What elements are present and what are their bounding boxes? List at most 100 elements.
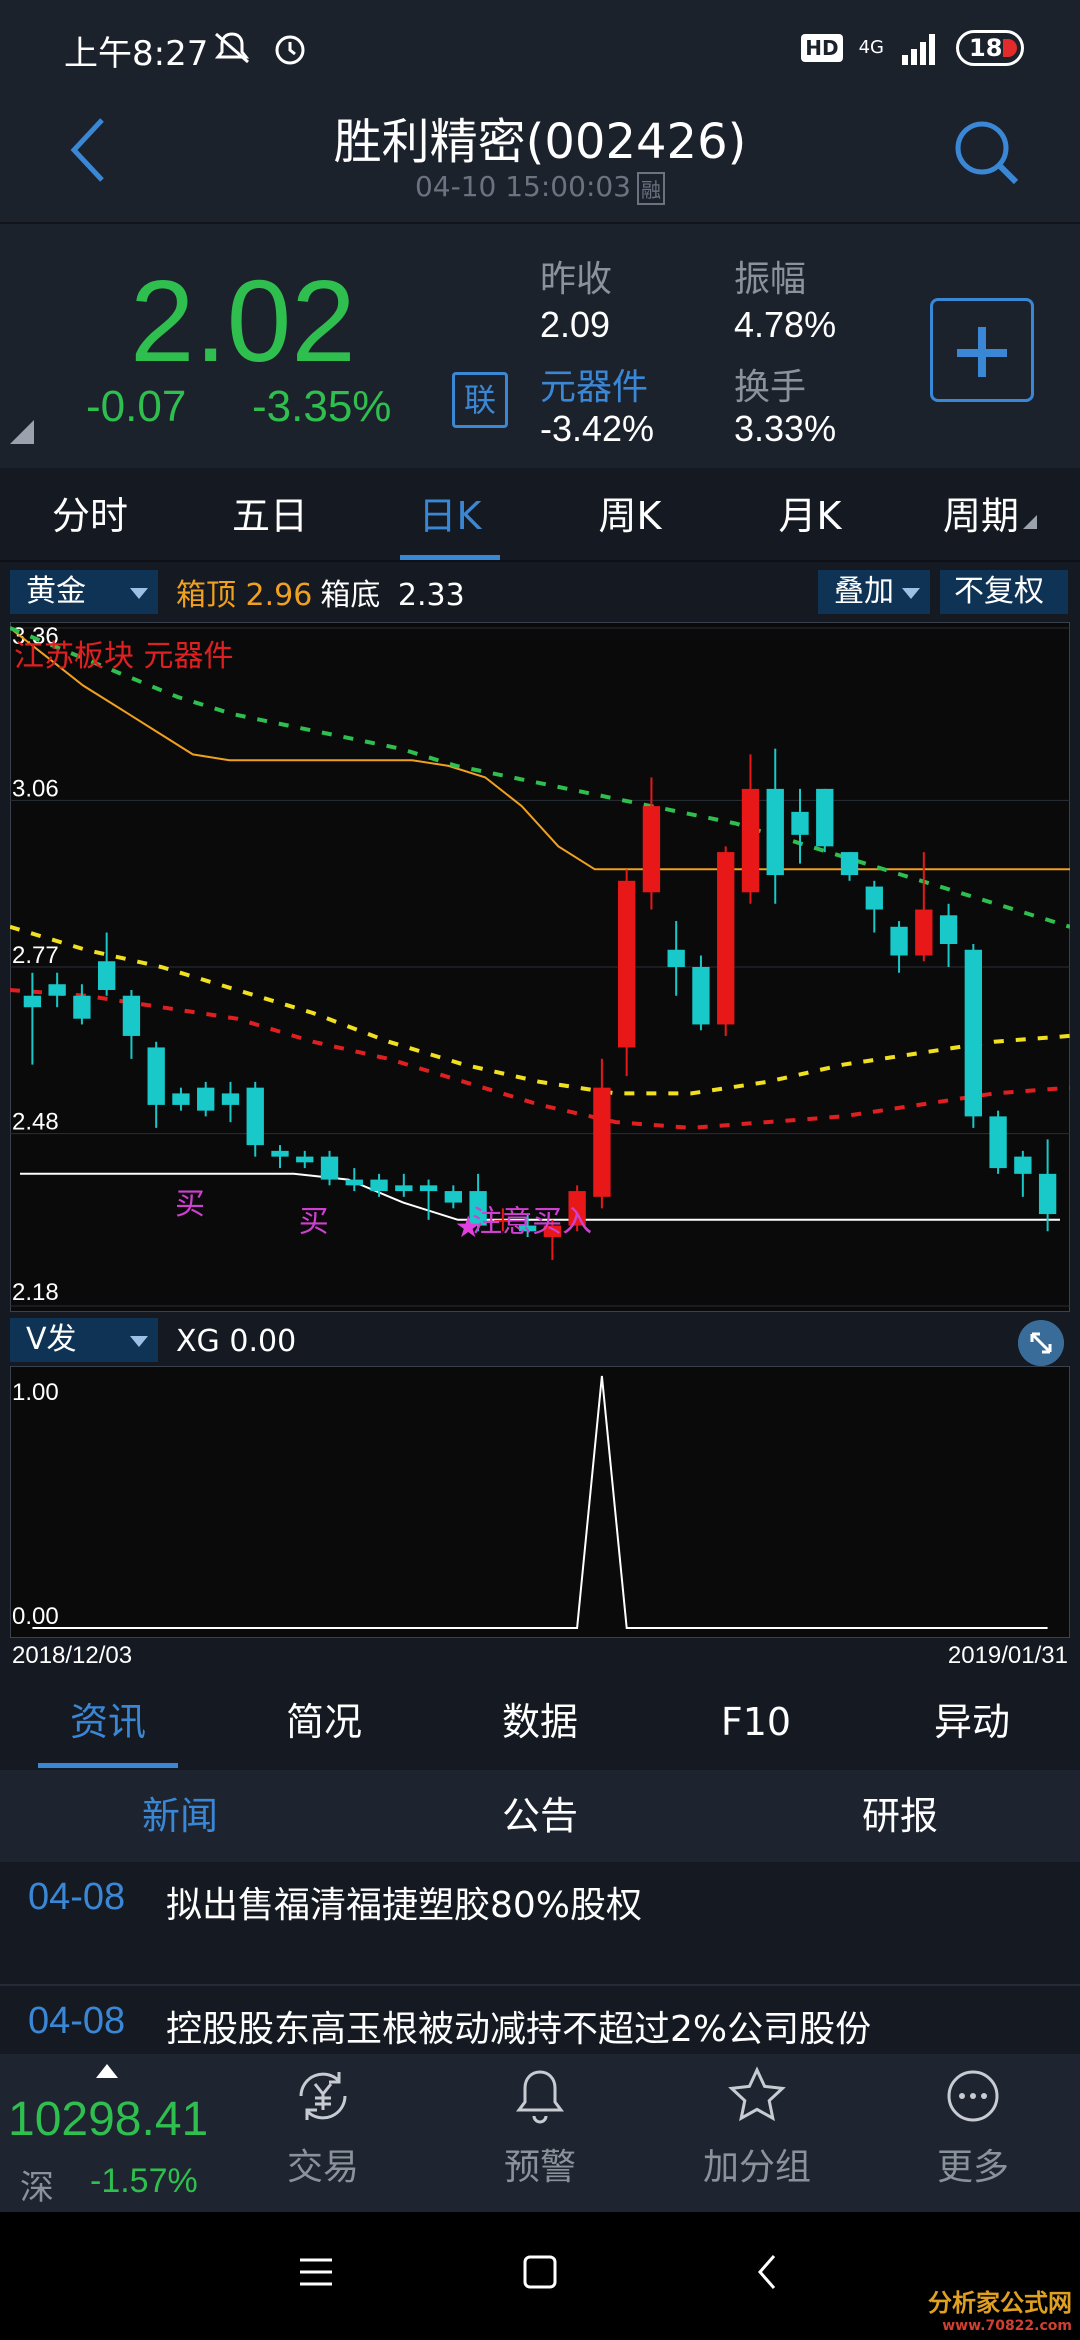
battery-level: 18	[969, 34, 1003, 62]
candle-body	[271, 1150, 289, 1157]
tab-intraday[interactable]: 分时	[0, 470, 180, 560]
search-icon[interactable]	[946, 112, 1026, 192]
amplitude-value: 4.78%	[734, 304, 837, 345]
nav-more-label: 更多	[936, 2147, 1009, 2188]
home-icon[interactable]	[520, 2252, 560, 2292]
tab-five-day[interactable]: 五日	[180, 470, 360, 560]
signal-icon	[902, 34, 935, 65]
candle-body	[618, 880, 636, 1048]
overlay-dropdown[interactable]: 叠加	[818, 570, 930, 614]
indicator-dropdown[interactable]: 黄金	[10, 570, 158, 614]
linked-button[interactable]: 联	[452, 372, 508, 428]
candle-body	[642, 806, 661, 893]
news-sub-tabs: 新闻 公告 研报	[0, 1770, 1080, 1862]
box-bottom-value: 2.33	[397, 578, 465, 613]
tab-f10[interactable]: F10	[648, 1676, 864, 1768]
more-dots-icon	[947, 2070, 999, 2122]
xg-value: 0.00	[229, 1324, 297, 1359]
price-change: -0.07	[86, 382, 187, 431]
news-item[interactable]: 04-08 拟出售福清福捷塑胶80%股权	[0, 1862, 1080, 1986]
end-date: 2019/01/31	[947, 1642, 1068, 1669]
tab-news[interactable]: 资讯	[0, 1676, 216, 1768]
status-bar: 上午8:27 HD 4G 18	[0, 0, 1080, 96]
tab-weekly-k[interactable]: 周K	[540, 470, 720, 560]
battery-icon: 18	[956, 30, 1024, 66]
mute-bell-icon	[214, 32, 250, 64]
dropdown-triangle-icon	[1023, 515, 1037, 529]
nav-add-group[interactable]: 加分组	[682, 2064, 832, 2204]
nav-alert[interactable]: 预警	[465, 2064, 615, 2204]
subtab-announcements[interactable]: 公告	[360, 1770, 720, 1862]
adjust-button[interactable]: 不复权	[940, 570, 1068, 614]
sector-change-value: -3.42%	[540, 408, 655, 449]
candle-body	[1038, 1173, 1057, 1215]
candle-body	[197, 1087, 215, 1111]
candle-body	[320, 1156, 339, 1180]
signal-annotation: 买	[175, 1187, 205, 1222]
kline-chart[interactable]: 3.36 3.06 2.77 2.48 2.18 江苏板块 元器件买买注意买入 ★	[10, 622, 1070, 1312]
chevron-down-icon	[130, 1336, 148, 1347]
candle-body	[865, 886, 883, 910]
candle-body	[915, 909, 933, 956]
header: 胜利精密(002426) 04-10 15:00:03 融	[0, 96, 1080, 222]
candle-body	[23, 995, 42, 1008]
indicator-chart[interactable]: 1.00 0.00	[9, 1365, 1071, 1639]
candle-body	[296, 1156, 314, 1163]
corner-triangle-icon	[10, 420, 34, 444]
candle-body	[964, 949, 982, 1117]
candle-body	[890, 926, 908, 956]
subtab-research[interactable]: 研报	[720, 1770, 1080, 1862]
indicator-panel-bar: V发 XG 0.00	[0, 1316, 1080, 1366]
index-value[interactable]: 10298.41	[8, 2092, 208, 2147]
indicator-svg: 1.00 0.00	[9, 1365, 1071, 1639]
y-tick-label: 1.00	[12, 1379, 59, 1406]
tab-daily-k[interactable]: 日K	[360, 470, 540, 560]
y-tick-label: 2.48	[12, 1109, 59, 1136]
prev-close-label: 昨收	[540, 259, 613, 300]
box-top-label: 箱顶	[176, 578, 236, 613]
chevron-down-icon	[130, 588, 148, 599]
tab-anomaly[interactable]: 异动	[864, 1676, 1080, 1768]
index-name: 深	[20, 2168, 54, 2208]
indicator-bg	[9, 1365, 1071, 1639]
candle-body	[395, 1185, 413, 1192]
tab-data[interactable]: 数据	[432, 1676, 648, 1768]
sub-indicator-dropdown[interactable]: V发	[10, 1318, 158, 1362]
candle-body	[989, 1116, 1007, 1169]
xg-label: XG	[176, 1324, 220, 1359]
signal-annotation: 买	[299, 1204, 329, 1239]
nav-trade-label: 交易	[286, 2147, 359, 2188]
tab-period[interactable]: 周期	[900, 470, 1080, 560]
subtab-news[interactable]: 新闻	[0, 1770, 360, 1862]
candle-body	[221, 1093, 240, 1105]
candle-body	[939, 915, 958, 945]
tab-profile[interactable]: 简况	[216, 1676, 432, 1768]
add-watchlist-button[interactable]	[930, 298, 1034, 402]
candle-body	[717, 852, 735, 1025]
back-icon[interactable]	[748, 2252, 788, 2292]
overlay-label: 江苏板块 元器件	[14, 639, 234, 674]
nav-trade[interactable]: 交易	[248, 2064, 398, 2204]
candle-body	[98, 961, 116, 990]
buy-star-icon: ★	[455, 1210, 482, 1245]
candle-body	[840, 852, 859, 876]
datetime-text: 04-10 15:00:03	[414, 170, 631, 203]
stock-title: 胜利精密(002426)	[333, 114, 747, 170]
sector-link[interactable]: 元器件	[540, 358, 648, 410]
news-title: 拟出售福清福捷塑胶80%股权	[166, 1885, 643, 1926]
candle-body	[370, 1179, 388, 1192]
y-tick-label: 2.18	[12, 1279, 59, 1306]
menu-icon[interactable]	[296, 2252, 336, 2292]
tab-monthly-k[interactable]: 月K	[720, 470, 900, 560]
nav-more[interactable]: 更多	[898, 2064, 1048, 2204]
candle-body	[791, 811, 809, 835]
tab-period-label: 周期	[942, 494, 1019, 538]
expand-up-icon[interactable]	[96, 2064, 118, 2078]
candle-body	[766, 788, 784, 876]
expand-icon[interactable]	[1018, 1320, 1064, 1366]
candle-body	[444, 1191, 462, 1203]
price-change-pct: -3.35%	[252, 382, 392, 431]
watermark-url: www.70822.com	[942, 2318, 1072, 2334]
chevron-down-icon	[902, 588, 920, 599]
y-tick-label: 2.77	[12, 942, 59, 969]
